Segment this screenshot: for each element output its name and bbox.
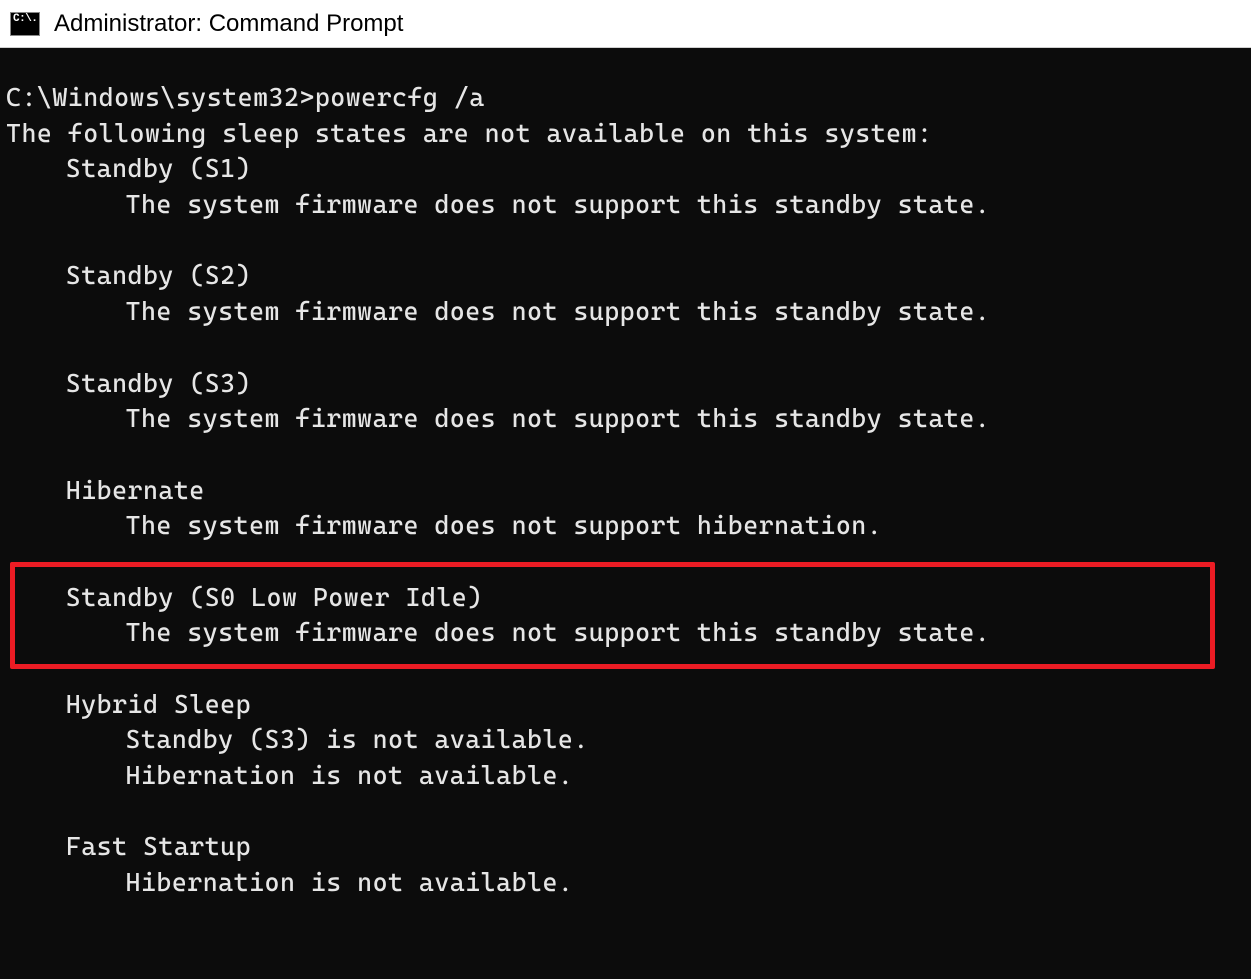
blank-line [6, 794, 1245, 830]
cmd-icon: C:\. [10, 12, 40, 36]
titlebar[interactable]: C:\. Administrator: Command Prompt [0, 0, 1251, 48]
state-block: Standby (S0 Low Power Idle)The system fi… [6, 580, 1245, 651]
state-reason: The system firmware does not support thi… [6, 615, 1245, 651]
state-block: HibernateThe system firmware does not su… [6, 473, 1245, 544]
state-name: Fast Startup [6, 829, 1245, 865]
blank-line [6, 437, 1245, 473]
blank-line [6, 651, 1245, 687]
state-name: Standby (S2) [6, 258, 1245, 294]
blank-line [6, 330, 1245, 366]
state-reason: Hibernation is not available. [6, 865, 1245, 901]
blank-line [6, 223, 1245, 259]
state-reason: The system firmware does not support hib… [6, 508, 1245, 544]
state-reason: The system firmware does not support thi… [6, 187, 1245, 223]
state-name: Hybrid Sleep [6, 687, 1245, 723]
state-reason: The system firmware does not support thi… [6, 294, 1245, 330]
prompt-text: C:\Windows\system32> [6, 82, 315, 112]
state-block: Hybrid SleepStandby (S3) is not availabl… [6, 687, 1245, 794]
state-name: Standby (S3) [6, 366, 1245, 402]
state-block: Standby (S3)The system firmware does not… [6, 366, 1245, 437]
terminal-output[interactable]: C:\Windows\system32>powercfg /aThe follo… [0, 48, 1251, 979]
state-name: Standby (S0 Low Power Idle) [6, 580, 1245, 616]
command-prompt-window: C:\. Administrator: Command Prompt C:\Wi… [0, 0, 1251, 979]
window-title: Administrator: Command Prompt [54, 10, 403, 38]
state-name: Standby (S1) [6, 151, 1245, 187]
state-reason: Hibernation is not available. [6, 758, 1245, 794]
state-block: Standby (S2)The system firmware does not… [6, 258, 1245, 329]
prompt-line: C:\Windows\system32>powercfg /a [6, 80, 1245, 116]
state-block: Fast StartupHibernation is not available… [6, 829, 1245, 900]
state-reason: The system firmware does not support thi… [6, 401, 1245, 437]
state-name: Hibernate [6, 473, 1245, 509]
state-reason: Standby (S3) is not available. [6, 722, 1245, 758]
output-heading: The following sleep states are not avail… [6, 116, 1245, 152]
blank-line [6, 544, 1245, 580]
state-block: Standby (S1)The system firmware does not… [6, 151, 1245, 222]
command-text: powercfg /a [315, 82, 485, 112]
